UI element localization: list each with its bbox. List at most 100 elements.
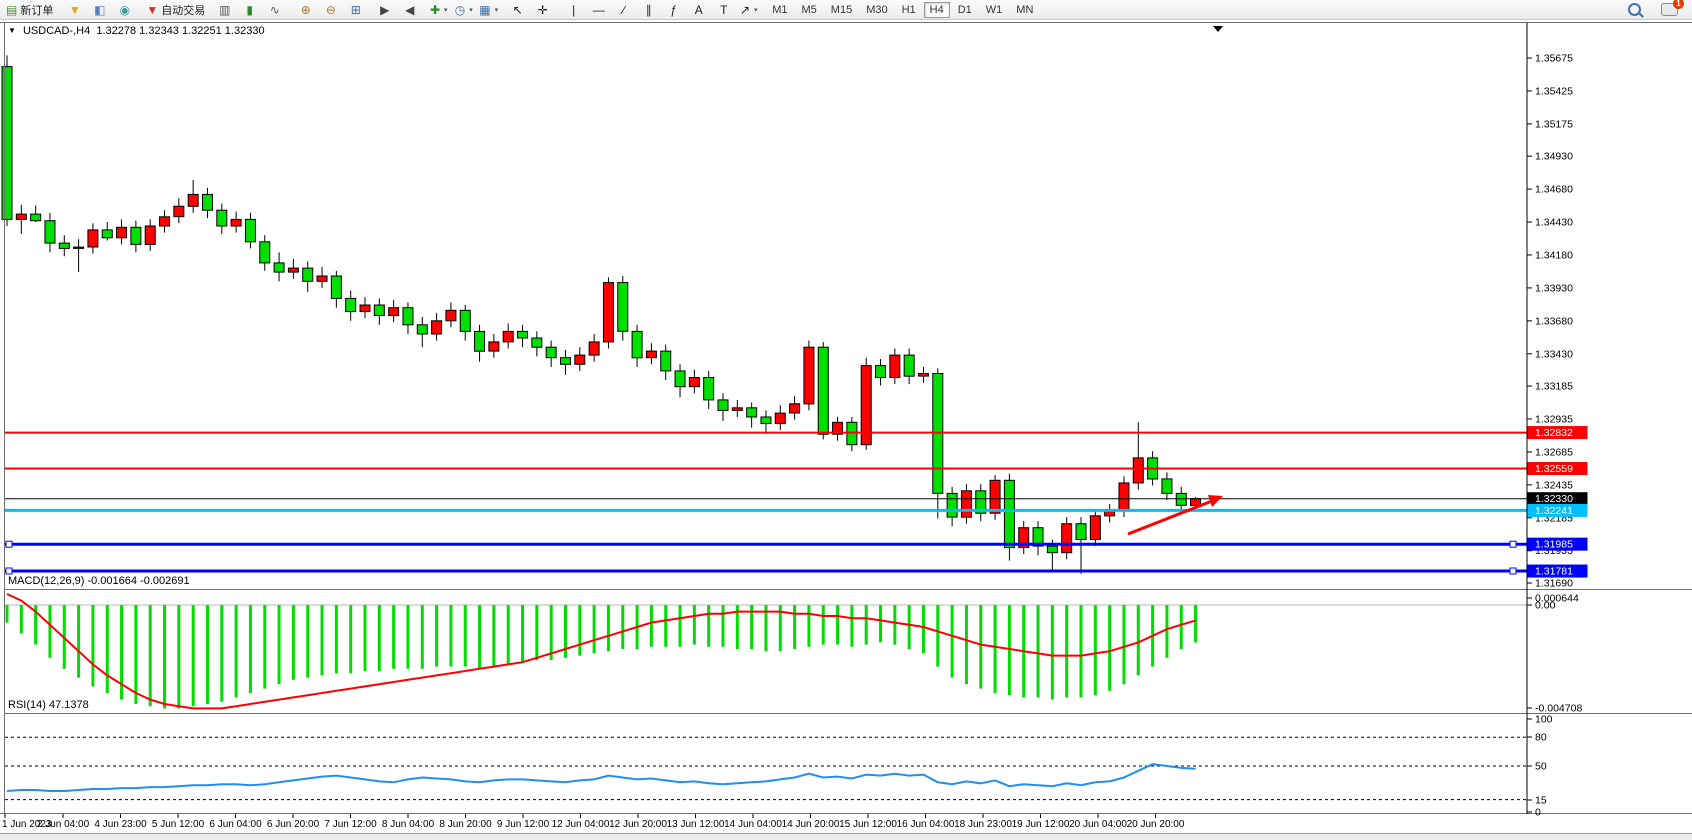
candle-body — [102, 230, 112, 238]
candle-body — [804, 347, 814, 404]
line-handle[interactable] — [1510, 568, 1516, 574]
timeframe-m30-button[interactable]: M30 — [860, 2, 893, 18]
templates-button[interactable]: ▦▾ — [476, 0, 501, 19]
macd-bar — [48, 605, 51, 658]
macd-bar — [435, 605, 438, 667]
time-axis-label: 20 Jun 04:00 — [1069, 819, 1127, 830]
macd-bar — [650, 605, 653, 647]
time-axis-label: 19 Jun 12:00 — [1012, 819, 1070, 830]
timeframe-h1-button[interactable]: H1 — [896, 2, 922, 18]
macd-bar — [1122, 605, 1125, 684]
chart-shift-button[interactable]: ◀ — [397, 0, 422, 19]
candle-body — [560, 358, 570, 365]
price-axis-label: 1.32435 — [1535, 479, 1573, 491]
macd-bar — [192, 605, 195, 706]
indicators-button[interactable]: ✚▾ — [426, 0, 451, 19]
navigator-button[interactable]: ◧ — [87, 0, 112, 19]
macd-bar — [994, 605, 997, 693]
price-axis-label: 1.33430 — [1535, 348, 1573, 360]
line-handle[interactable] — [6, 541, 12, 547]
price-tag-label: 1.31781 — [1535, 566, 1573, 578]
candle-body — [317, 276, 327, 281]
vertical-line-icon: | — [572, 4, 575, 16]
candle-body — [59, 243, 69, 248]
candle-body — [174, 206, 184, 217]
timeframe-m1-button[interactable]: M1 — [766, 2, 793, 18]
fibonacci-button[interactable]: ƒ — [661, 0, 686, 19]
arrows-icon: ↗ — [740, 4, 750, 16]
candle-body — [1176, 493, 1186, 505]
candle-body — [704, 378, 714, 400]
auto-scroll-icon: ▶ — [380, 4, 389, 16]
macd-bar — [349, 605, 352, 673]
macd-bar — [922, 605, 925, 653]
candle-body — [732, 408, 742, 411]
macd-bar — [1180, 605, 1183, 649]
candlestick-chart-button[interactable]: ▮ — [237, 0, 262, 19]
macd-bar — [793, 605, 796, 649]
horizontal-line-button[interactable]: — — [586, 0, 611, 19]
candle-body — [446, 310, 456, 321]
auto-scroll-button[interactable]: ▶ — [372, 0, 397, 19]
timeframe-w1-button[interactable]: W1 — [980, 2, 1009, 18]
text-label-button[interactable]: T — [711, 0, 736, 19]
candle-body — [876, 366, 886, 378]
candle-body — [1162, 479, 1172, 494]
macd-bar — [163, 605, 166, 708]
bar-chart-button[interactable]: ▥ — [212, 0, 237, 19]
time-axis-label: 6 Jun 04:00 — [209, 819, 262, 830]
tile-windows-icon: ⊞ — [351, 4, 361, 16]
timeframe-d1-button[interactable]: D1 — [952, 2, 978, 18]
timeframe-h4-button[interactable]: H4 — [924, 2, 950, 18]
time-axis-label: 8 Jun 20:00 — [439, 819, 492, 830]
text-button[interactable]: A — [686, 0, 711, 19]
macd-bar — [936, 605, 939, 667]
macd-axis-label: 0.00 — [1535, 600, 1556, 612]
horizontal-line-icon: — — [593, 4, 605, 16]
zoom-in-button[interactable]: ⊕ — [293, 0, 318, 19]
line-handle[interactable] — [6, 568, 12, 574]
price-axis-label: 1.32935 — [1535, 413, 1573, 425]
macd-bar — [850, 605, 853, 647]
new-order-button[interactable]: ▤新订单 — [3, 0, 56, 19]
candle-body — [202, 194, 212, 210]
macd-bar — [1065, 605, 1068, 697]
timeframe-m15-button[interactable]: M15 — [825, 2, 858, 18]
candle-body — [403, 308, 413, 325]
candle-body — [961, 491, 971, 517]
chart-shift-icon: ◀ — [405, 4, 414, 16]
crosshair-icon: ✛ — [538, 4, 548, 16]
periods-button[interactable]: ◷▾ — [451, 0, 476, 19]
macd-bar — [206, 605, 209, 704]
search-button[interactable] — [1622, 0, 1647, 19]
notifications-button[interactable]: 1 — [1657, 0, 1682, 19]
price-axis-label: 1.33185 — [1535, 381, 1573, 393]
vertical-line-button[interactable]: | — [561, 0, 586, 19]
timeframe-mn-button[interactable]: MN — [1010, 2, 1039, 18]
zoom-out-button[interactable]: ⊖ — [318, 0, 343, 19]
candle-body — [1047, 546, 1057, 553]
autotrading-button[interactable]: ▼自动交易 — [143, 0, 208, 19]
candle-body — [575, 355, 585, 364]
macd-bar — [593, 605, 596, 653]
equidistant-channel-button[interactable]: ∥ — [636, 0, 661, 19]
crosshair-button[interactable]: ✛ — [530, 0, 555, 19]
trendline-button[interactable]: ∕ — [611, 0, 636, 19]
line-chart-button[interactable]: ∿ — [262, 0, 287, 19]
line-handle[interactable] — [1510, 541, 1516, 547]
market-watch-button[interactable]: ▼ — [62, 0, 87, 19]
candle-body — [288, 268, 298, 272]
terminal-button[interactable]: ◉ — [112, 0, 137, 19]
macd-bar — [177, 605, 180, 708]
price-axis-label: 1.35175 — [1535, 118, 1573, 130]
candle-body — [475, 331, 485, 351]
dropdown-caret-icon: ▾ — [754, 6, 758, 14]
arrows-button[interactable]: ↗▾ — [736, 0, 761, 19]
timeframe-m5-button[interactable]: M5 — [796, 2, 823, 18]
rsi-axis-label: 50 — [1535, 761, 1547, 773]
candle-body — [231, 219, 241, 226]
macd-bar — [722, 605, 725, 647]
cursor-button[interactable]: ↖ — [505, 0, 530, 19]
tile-windows-button[interactable]: ⊞ — [343, 0, 368, 19]
line-chart-icon: ∿ — [270, 4, 280, 16]
